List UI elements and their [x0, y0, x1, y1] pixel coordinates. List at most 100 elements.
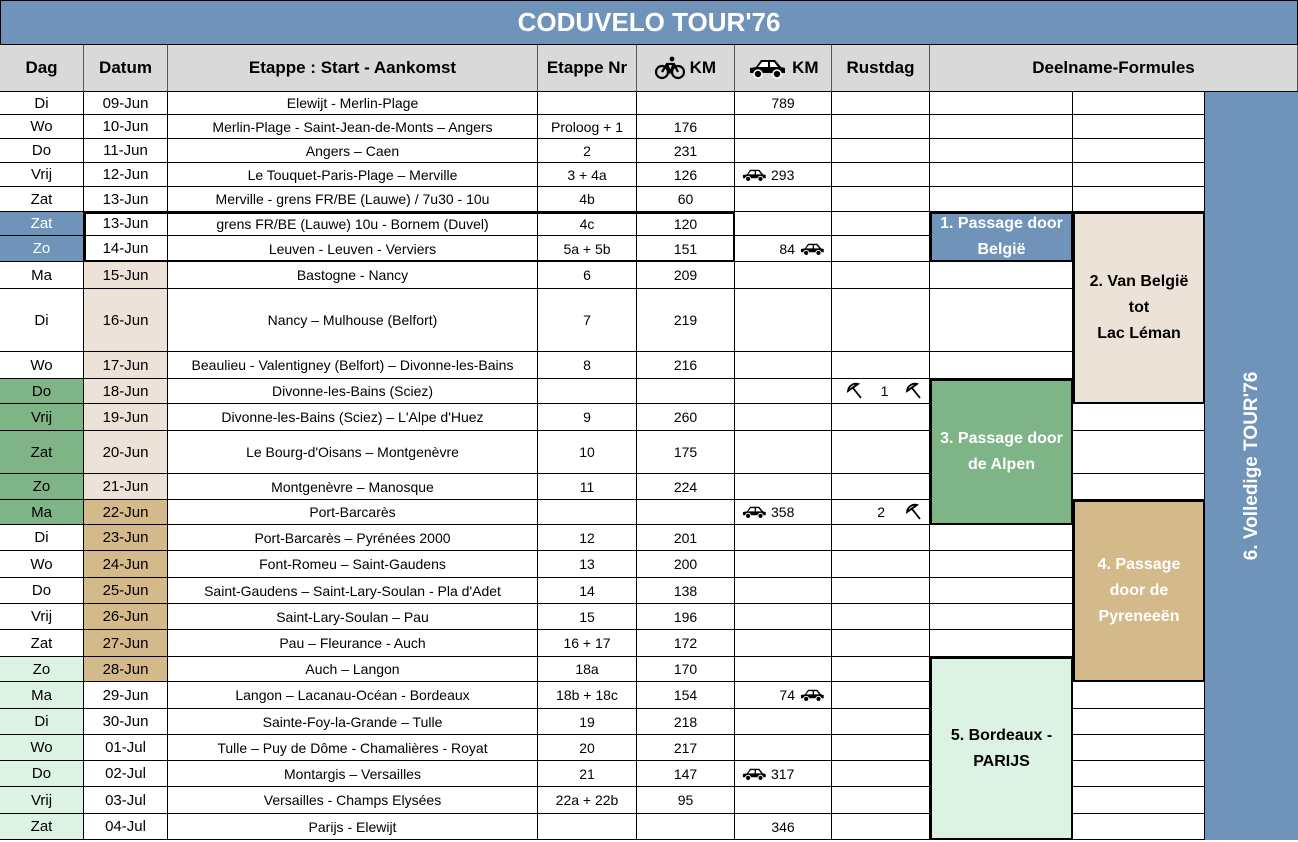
rustdag-cell [832, 262, 930, 289]
dag-label: Zat [30, 818, 53, 835]
rustdag-cell [832, 289, 930, 352]
dag-label: Wo [30, 118, 53, 135]
formule-line: Pyreneeën [1098, 608, 1180, 625]
dag-label: Do [31, 382, 52, 400]
etappe-nr-label: 13 [579, 556, 595, 572]
dag-cell: Zo [0, 236, 84, 262]
km-bike-cell: 154 [637, 682, 735, 709]
dag-cell: Zat [0, 814, 84, 840]
etappe-nr-label: 19 [579, 713, 595, 730]
dag-label: Di [34, 311, 49, 329]
etappe-cell: Merville - grens FR/BE (Lauwe) / 7u30 - … [168, 187, 538, 212]
rustdag-cell: 2 [832, 500, 930, 525]
km-bike-cell: 196 [637, 604, 735, 630]
etappe-nr-label: 20 [579, 739, 595, 756]
formule-1-passage-belgie: 1. Passage door België [930, 212, 1073, 262]
formule-line: door de [1109, 582, 1169, 599]
etappe-cell: Angers – Caen [168, 139, 538, 163]
datum-label: 29-Jun [102, 686, 149, 704]
km-bike-cell: 219 [637, 289, 735, 352]
km-car-cell [735, 578, 832, 604]
formule-grid-cell [930, 604, 1073, 630]
km-bike-label: 175 [673, 444, 698, 460]
etappe-cell: grens FR/BE (Lauwe) 10u - Bornem (Duvel) [168, 212, 538, 236]
dag-label: Vrij [30, 166, 53, 183]
etappe-nr-cell [538, 500, 637, 525]
rustdag-cell [832, 187, 930, 212]
formule-2-belgie-lac-leman: 2. Van België tot Lac Léman [1073, 212, 1205, 404]
datum-cell: 24-Jun [84, 551, 168, 578]
etappe-nr-cell: 5a + 5b [538, 236, 637, 262]
formule-6-volledige-tour: 6. Volledige TOUR'76 [1205, 92, 1298, 840]
header-km-car-label: KM [792, 58, 819, 77]
km-bike-label: 126 [673, 166, 698, 183]
km-car-cell [735, 657, 832, 682]
km-bike-label: 147 [673, 765, 698, 782]
km-bike-cell [637, 92, 735, 115]
etappe-nr-label: 12 [579, 529, 595, 546]
datum-label: 24-Jun [102, 555, 149, 573]
etappe-cell: Port-Barcarès [168, 500, 538, 525]
km-car-cell [735, 115, 832, 139]
km-bike-cell: 224 [637, 474, 735, 500]
km-car-cell [735, 630, 832, 657]
dag-cell: Zat [0, 187, 84, 212]
km-bike-cell: 175 [637, 431, 735, 474]
km-bike-cell: 217 [637, 735, 735, 761]
etappe-label: Le Touquet-Paris-Plage – Merville [247, 166, 458, 183]
header-km-bike: KM [637, 45, 735, 92]
formule-grid-cell [1073, 682, 1205, 709]
etappe-nr-label: 4b [579, 191, 595, 207]
etappe-nr-cell: 7 [538, 289, 637, 352]
formule-line: Lac Léman [1097, 325, 1181, 342]
datum-cell: 27-Jun [84, 630, 168, 657]
dag-cell: Wo [0, 352, 84, 379]
dag-cell: Ma [0, 500, 84, 525]
etappe-nr-cell: 3 + 4a [538, 163, 637, 187]
formule-line: België [977, 241, 1026, 258]
km-car-cell [735, 474, 832, 500]
datum-cell: 26-Jun [84, 604, 168, 630]
etappe-cell: Divonne-les-Bains (Sciez) – L'Alpe d'Hue… [168, 404, 538, 431]
etappe-nr-cell: 10 [538, 431, 637, 474]
header-datum-label: Datum [99, 58, 152, 77]
datum-cell: 11-Jun [84, 139, 168, 163]
dag-cell: Ma [0, 682, 84, 709]
umbrella-icon [905, 382, 921, 399]
etappe-nr-label: 8 [583, 357, 591, 373]
datum-label: 20-Jun [102, 443, 149, 461]
dag-cell: Zat [0, 630, 84, 657]
datum-cell: 19-Jun [84, 404, 168, 431]
etappe-label: Le Bourg-d'Oisans – Montgenèvre [246, 444, 459, 460]
car-icon [800, 689, 824, 702]
km-bike-cell: 172 [637, 630, 735, 657]
km-car-cell [735, 431, 832, 474]
etappe-nr-cell: 18a [538, 657, 637, 682]
car-icon [742, 506, 766, 519]
etappe-cell: Beaulieu - Valentigney (Belfort) – Divon… [168, 352, 538, 379]
etappe-nr-cell: 11 [538, 474, 637, 500]
etappe-nr-label: 9 [583, 409, 591, 425]
km-bike-label: 95 [677, 792, 694, 808]
formule-line: 2. Van België [1089, 273, 1189, 290]
datum-label: 19-Jun [102, 408, 149, 426]
rustdag-cell [832, 352, 930, 379]
etappe-label: Tulle – Puy de Dôme - Chamalières - Roya… [217, 739, 488, 756]
etappe-nr-cell: 18b + 18c [538, 682, 637, 709]
km-bike-cell: 218 [637, 709, 735, 735]
etappe-label: Auch – Langon [305, 661, 400, 677]
km-bike-cell: 260 [637, 404, 735, 431]
etappe-label: Saint-Gaudens – Saint-Lary-Soulan - Pla … [204, 582, 501, 599]
km-car-cell [735, 551, 832, 578]
etappe-nr-cell: 22a + 22b [538, 787, 637, 814]
datum-cell: 16-Jun [84, 289, 168, 352]
datum-cell: 09-Jun [84, 92, 168, 115]
dag-label: Wo [30, 555, 53, 573]
formule-3-passage-alpen: 3. Passage door de Alpen [930, 379, 1073, 525]
dag-cell: Do [0, 761, 84, 787]
header-rustdag: Rustdag [832, 45, 930, 92]
km-bike-label: 138 [673, 582, 698, 599]
km-bike-label: 224 [673, 478, 698, 495]
rustdag-cell [832, 787, 930, 814]
formule-line: PARIJS [973, 752, 1030, 770]
